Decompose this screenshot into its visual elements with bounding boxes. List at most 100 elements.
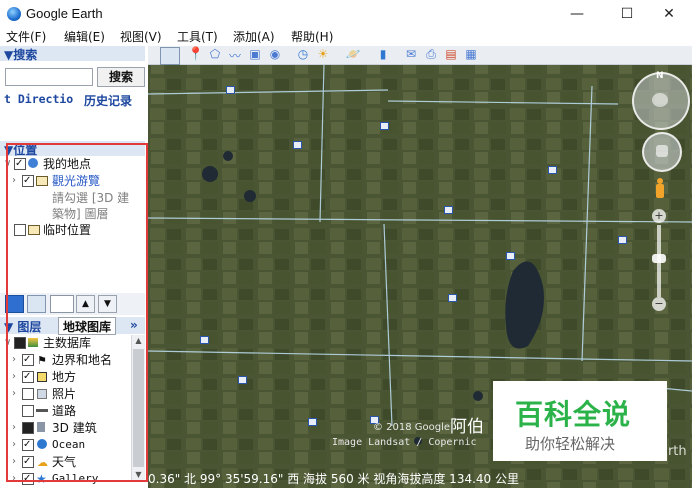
place-marker[interactable] bbox=[444, 206, 453, 214]
places-header[interactable]: ▼位置 bbox=[0, 141, 145, 157]
chevron-right-icon[interactable]: › bbox=[12, 437, 16, 453]
street-view-pegman-icon[interactable] bbox=[655, 178, 665, 200]
tree-row-3d-buildings[interactable]: › 3D 建筑 bbox=[0, 420, 130, 436]
menu-add[interactable]: 添加(A) bbox=[233, 28, 275, 46]
chevron-right-icon[interactable]: › bbox=[12, 369, 16, 385]
tree-row-photos[interactable]: › 照片 bbox=[0, 386, 130, 402]
chevron-right-icon[interactable]: › bbox=[12, 471, 16, 487]
google-earth-icon bbox=[7, 7, 21, 21]
checkbox-my-places[interactable] bbox=[14, 156, 26, 172]
image-overlay-icon[interactable]: ▣ bbox=[246, 47, 264, 63]
record-tour-icon[interactable]: ◉ bbox=[266, 47, 284, 63]
tree-row-roads[interactable]: 道路 bbox=[0, 403, 130, 419]
chevron-down-icon[interactable]: ∨ bbox=[4, 335, 11, 351]
path-icon[interactable]: 〰 bbox=[226, 47, 244, 63]
checkbox-3d-buildings[interactable] bbox=[22, 422, 34, 434]
checkbox-temp-places[interactable] bbox=[14, 224, 26, 236]
tree-row-ocean[interactable]: › Ocean bbox=[0, 437, 130, 453]
maximize-button[interactable]: ☐ bbox=[604, 0, 650, 28]
save-image-icon[interactable]: ▤ bbox=[442, 47, 460, 63]
checkbox-roads[interactable] bbox=[22, 405, 34, 417]
tab-layers[interactable]: ▼ 图层 bbox=[4, 318, 41, 335]
planets-icon[interactable]: 🪐 bbox=[344, 47, 362, 63]
place-marker[interactable] bbox=[293, 141, 302, 149]
search-input[interactable] bbox=[5, 68, 93, 86]
chevron-right-icon[interactable]: › bbox=[12, 386, 16, 402]
panel-toggle-icon[interactable] bbox=[27, 295, 46, 313]
scroll-thumb[interactable] bbox=[133, 349, 144, 467]
ruler-icon[interactable]: ▮ bbox=[374, 47, 392, 63]
chevron-right-icon[interactable]: › bbox=[12, 454, 16, 470]
historical-imagery-icon[interactable]: ◷ bbox=[294, 47, 312, 63]
chevron-right-icon[interactable]: › bbox=[12, 352, 16, 368]
checkbox-primary-db[interactable] bbox=[14, 337, 26, 349]
status-bar: 0.36" 北 99° 35'59.16" 西 海拔 560 米 视角海拔高度 … bbox=[148, 472, 519, 486]
tab-history[interactable]: 历史记录 bbox=[84, 92, 132, 109]
tree-row-gallery[interactable]: › ★ Gallery bbox=[0, 471, 130, 487]
sunlight-icon[interactable]: ☀ bbox=[314, 47, 332, 63]
menu-edit[interactable]: 编辑(E) bbox=[64, 28, 105, 46]
checkbox-borders[interactable] bbox=[22, 352, 34, 368]
menu-view[interactable]: 视图(V) bbox=[120, 28, 162, 46]
sidebar-toggle-icon[interactable] bbox=[160, 47, 180, 65]
checkbox-ocean[interactable] bbox=[22, 437, 34, 453]
layers-header: ▼ 图层 地球图库 » bbox=[0, 317, 145, 335]
move-up-icon[interactable]: ▲ bbox=[76, 295, 95, 313]
menu-help[interactable]: 帮助(H) bbox=[291, 28, 333, 46]
move-down-icon[interactable]: ▼ bbox=[98, 295, 117, 313]
checkbox-gallery[interactable] bbox=[22, 471, 34, 487]
place-marker[interactable] bbox=[618, 236, 627, 244]
search-button[interactable]: 搜索 bbox=[97, 67, 145, 87]
minimize-button[interactable]: — bbox=[554, 0, 600, 28]
placemark-icon[interactable]: 📍 bbox=[187, 47, 205, 63]
place-marker[interactable] bbox=[200, 336, 209, 344]
look-control[interactable]: N bbox=[632, 71, 690, 130]
scroll-down-icon[interactable]: ▼ bbox=[132, 469, 145, 481]
print-icon[interactable]: ⎙ bbox=[422, 47, 440, 63]
tree-row-sightseeing[interactable]: › 觀光游覽 bbox=[0, 173, 145, 189]
more-tabs-icon[interactable]: » bbox=[130, 318, 138, 332]
eye-icon bbox=[652, 93, 668, 107]
zoom-thumb[interactable] bbox=[652, 254, 666, 263]
tree-row-places[interactable]: › 地方 bbox=[0, 369, 130, 385]
tree-row-primary-db[interactable]: ∨ 主数据库 bbox=[0, 335, 130, 351]
menu-file[interactable]: 文件(F) bbox=[6, 28, 46, 46]
place-marker[interactable] bbox=[238, 376, 247, 384]
places-filter-input[interactable] bbox=[50, 295, 74, 313]
place-marker[interactable] bbox=[308, 418, 317, 426]
place-marker[interactable] bbox=[548, 166, 557, 174]
checkbox-weather[interactable] bbox=[22, 454, 34, 470]
checkbox-photos[interactable] bbox=[22, 388, 34, 400]
scroll-up-icon[interactable]: ▲ bbox=[132, 335, 145, 347]
zoom-in-icon[interactable]: + bbox=[652, 209, 666, 223]
chevron-right-icon[interactable]: › bbox=[12, 420, 16, 436]
chevron-down-icon[interactable]: ∨ bbox=[4, 156, 11, 172]
tab-directions[interactable]: t Directio bbox=[4, 92, 73, 106]
place-marker[interactable] bbox=[506, 252, 515, 260]
place-marker[interactable] bbox=[448, 294, 457, 302]
email-icon[interactable]: ✉ bbox=[402, 47, 420, 63]
move-control[interactable] bbox=[642, 132, 682, 172]
menu-tools[interactable]: 工具(T) bbox=[177, 28, 218, 46]
layers-scrollbar[interactable]: ▲ ▼ bbox=[131, 335, 145, 482]
hand-icon bbox=[656, 145, 668, 157]
place-marker[interactable] bbox=[226, 86, 235, 94]
compass-north-label: N bbox=[656, 71, 664, 81]
polygon-icon[interactable]: ⬠ bbox=[206, 47, 224, 63]
tree-row-my-places[interactable]: ∨ 我的地点 bbox=[0, 156, 145, 172]
zoom-slider[interactable]: + − bbox=[652, 209, 666, 313]
place-marker[interactable] bbox=[380, 122, 389, 130]
close-button[interactable]: ✕ bbox=[646, 0, 692, 28]
view-in-maps-icon[interactable]: ▦ bbox=[462, 47, 480, 63]
chevron-right-icon[interactable]: › bbox=[12, 173, 16, 189]
checkbox-sightseeing[interactable] bbox=[22, 173, 34, 189]
imagery-credit: Image Landsat / Copernic bbox=[332, 437, 477, 448]
tree-row-temp-places[interactable]: 临时位置 bbox=[0, 222, 145, 238]
tree-row-weather[interactable]: › ☁ 天气 bbox=[0, 454, 130, 470]
search-places-icon[interactable] bbox=[5, 295, 24, 313]
tree-row-borders[interactable]: › ⚑ 边界和地名 bbox=[0, 352, 130, 368]
tab-gallery[interactable]: 地球图库 bbox=[58, 317, 117, 335]
search-header[interactable]: ▼搜索 bbox=[0, 46, 145, 62]
zoom-out-icon[interactable]: − bbox=[652, 297, 666, 311]
checkbox-places[interactable] bbox=[22, 369, 34, 385]
